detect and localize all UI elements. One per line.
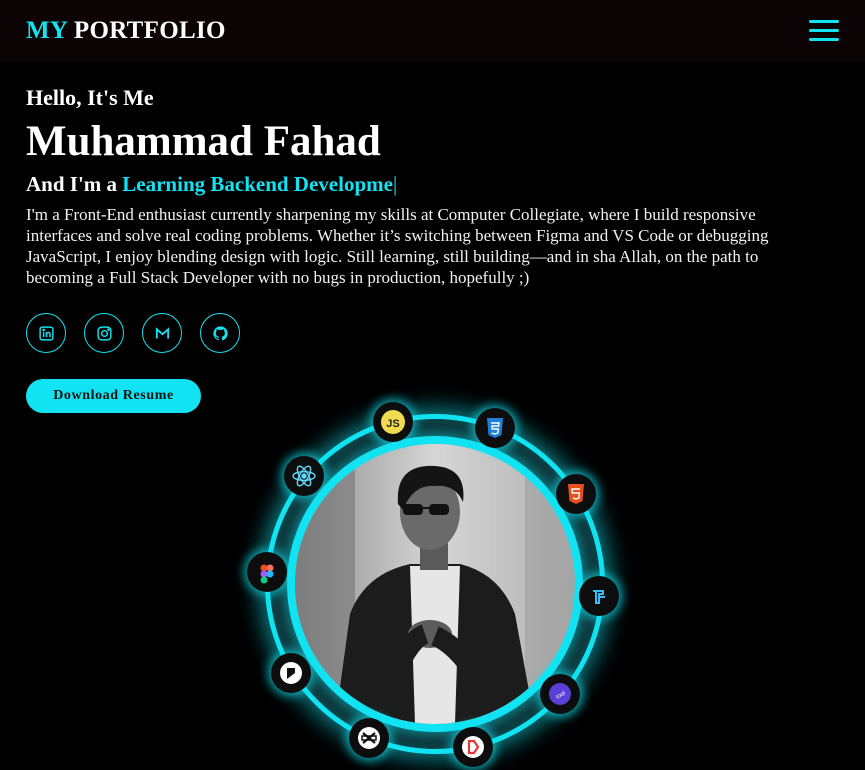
site-logo[interactable]: MY PORTFOLIO [26, 17, 226, 45]
social-links [26, 313, 240, 353]
download-resume-button[interactable]: Download Resume [26, 379, 201, 413]
javascript-label: JS [386, 418, 399, 430]
gmail-link[interactable] [142, 313, 182, 353]
dart-icon [453, 727, 493, 767]
html5-icon [556, 474, 596, 514]
github-link[interactable] [200, 313, 240, 353]
framer-icon [271, 653, 311, 693]
bootstrap-icon: tool [540, 674, 580, 714]
greeting: Hello, It's Me [26, 85, 154, 110]
tailwind-icon [579, 576, 619, 616]
javascript-icon: JS [373, 402, 413, 442]
hamburger-menu-icon[interactable] [809, 18, 841, 44]
role-typed-text: Learning Backend Developme [122, 172, 393, 196]
instagram-icon [96, 325, 112, 341]
hero-role: And I'm a Learning Backend Developme| [26, 170, 826, 198]
role-prefix: And I'm a [26, 172, 118, 196]
react-icon [284, 456, 324, 496]
navbar: MY PORTFOLIO [0, 0, 865, 62]
github-icon [212, 325, 228, 340]
gmail-icon [155, 326, 169, 338]
logo-text: PORTFOLIO [73, 17, 226, 44]
figma-icon [247, 552, 287, 592]
hero-section: Hello, It's Me Muhammad Fahad And I'm a … [26, 84, 826, 288]
hero-bio: I'm a Front-End enthusiast currently sha… [26, 205, 769, 287]
linkedin-icon [38, 325, 54, 341]
typing-cursor: | [392, 172, 398, 196]
css3-icon [475, 408, 515, 448]
profile-orbit: JS tool [247, 402, 619, 767]
logo-accent: MY [26, 17, 68, 44]
profile-photo-frame [287, 436, 583, 732]
profile-photo [295, 444, 575, 724]
instagram-link[interactable] [84, 313, 124, 353]
hero-name: Muhammad Fahad [26, 118, 381, 165]
linkedin-link[interactable] [26, 313, 66, 353]
capcut-icon [349, 718, 389, 758]
